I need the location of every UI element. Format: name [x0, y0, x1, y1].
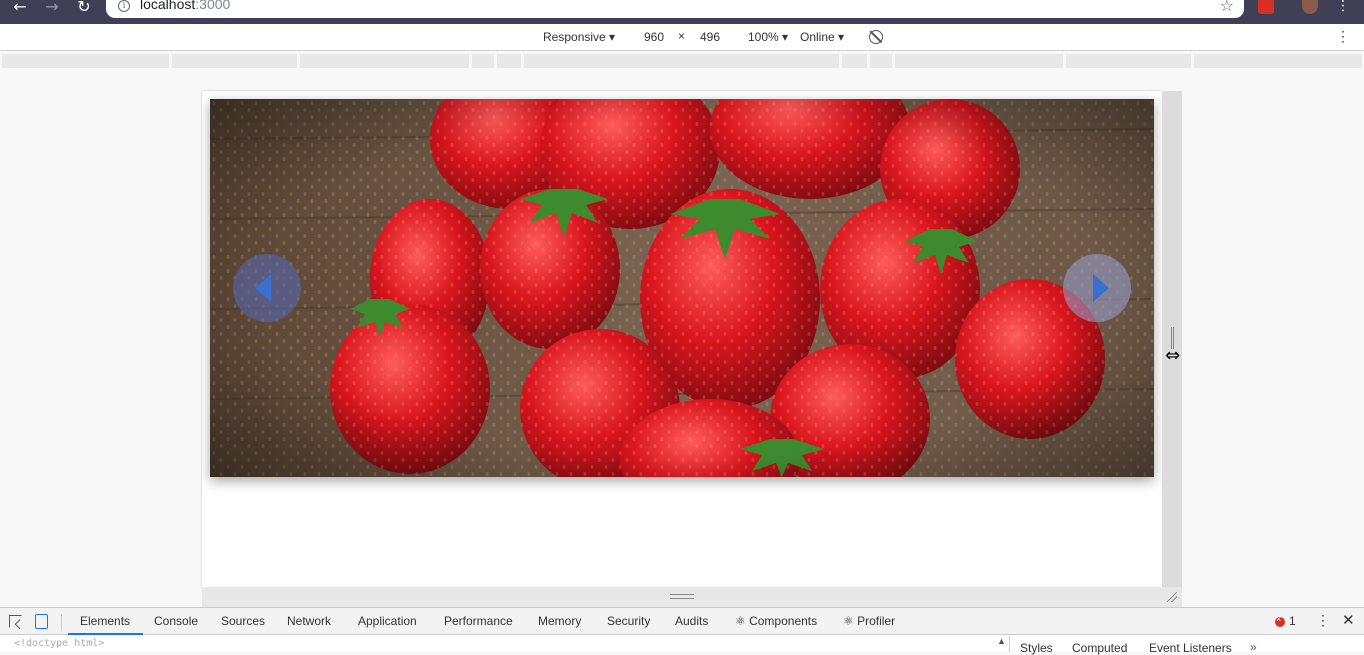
- tab-sources[interactable]: Sources: [221, 614, 265, 628]
- media-query-segment[interactable]: [524, 54, 839, 68]
- media-query-segment[interactable]: [1066, 54, 1191, 68]
- back-arrow-icon[interactable]: ←: [9, 0, 31, 18]
- devtools-menu-icon[interactable]: ⋮: [1316, 612, 1330, 629]
- media-query-segment[interactable]: [300, 54, 469, 68]
- media-query-segment[interactable]: [172, 54, 297, 68]
- devtools-panel: Elements Console Sources Network Applica…: [0, 607, 1364, 655]
- tab-event-listeners[interactable]: Event Listeners: [1149, 641, 1232, 655]
- tab-console[interactable]: Console: [154, 614, 198, 628]
- device-toolbar-menu-icon[interactable]: ⋮: [1336, 28, 1350, 45]
- more-tabs-icon[interactable]: »: [1250, 640, 1257, 654]
- zoom-label: 100%: [748, 30, 779, 44]
- resize-cursor-icon: ⇔: [1165, 345, 1181, 366]
- device-toggle-icon[interactable]: [35, 614, 48, 629]
- tab-elements[interactable]: Elements: [80, 614, 130, 628]
- corner-resize-handle[interactable]: [1162, 587, 1182, 607]
- media-query-segment[interactable]: [497, 54, 521, 68]
- media-query-segment[interactable]: [842, 54, 867, 68]
- right-resize-handle[interactable]: [1162, 91, 1182, 587]
- zoom-dropdown[interactable]: 100% ▾: [748, 30, 788, 44]
- active-tab-indicator: [68, 633, 143, 635]
- extension-icon[interactable]: [1258, 0, 1274, 14]
- resize-grip-icon: [1167, 592, 1177, 602]
- url-host: localhost: [140, 0, 196, 12]
- media-query-segment[interactable]: [472, 54, 494, 68]
- carousel-slide: [210, 99, 1154, 477]
- info-icon[interactable]: i: [118, 0, 130, 12]
- chevron-right-icon: [1093, 274, 1109, 302]
- tab-profiler[interactable]: ⚛ Profiler: [843, 614, 895, 628]
- network-throttle-dropdown[interactable]: Online ▾: [800, 30, 844, 44]
- tab-memory[interactable]: Memory: [538, 614, 581, 628]
- dropdown-caret-icon: ▾: [609, 30, 616, 44]
- error-count[interactable]: 1: [1289, 614, 1296, 628]
- media-query-segment[interactable]: [1194, 54, 1362, 68]
- tab-security[interactable]: Security: [607, 614, 650, 628]
- tab-computed[interactable]: Computed: [1072, 641, 1127, 655]
- bookmark-star-icon[interactable]: ☆: [1220, 0, 1234, 15]
- device-toolbar: Responsive ▾ 960 × 496 100% ▾ Online ▾ ⋮: [0, 24, 1364, 51]
- tab-audits[interactable]: Audits: [675, 614, 708, 628]
- sidebar-tabs: Styles Computed Event Listeners »: [1009, 636, 1364, 655]
- height-input[interactable]: 496: [690, 28, 730, 46]
- address-bar[interactable]: i localhost:3000 ☆: [106, 0, 1244, 18]
- tab-components[interactable]: ⚛ Components: [735, 614, 817, 628]
- url-text: localhost:3000: [140, 0, 230, 12]
- error-icon[interactable]: [1275, 614, 1285, 627]
- devtools-tabbar: Elements Console Sources Network Applica…: [0, 608, 1364, 635]
- responsive-label: Responsive: [543, 30, 606, 44]
- dimension-separator: ×: [678, 29, 686, 43]
- tab-performance[interactable]: Performance: [444, 614, 513, 628]
- devtools-body: <!doctype html> ▲ Styles Computed Event …: [0, 636, 1364, 655]
- media-query-segment[interactable]: [2, 54, 169, 68]
- inspect-element-icon[interactable]: [9, 615, 22, 628]
- width-input[interactable]: 960: [634, 28, 674, 46]
- carousel-next-button[interactable]: [1063, 254, 1131, 322]
- media-query-segment[interactable]: [870, 54, 892, 68]
- url-port: :3000: [195, 0, 231, 12]
- browser-menu-icon[interactable]: ⋮: [1336, 0, 1350, 14]
- resize-grip-icon: [670, 594, 694, 599]
- media-query-segment[interactable]: [895, 54, 1063, 68]
- avatar[interactable]: [1302, 0, 1318, 14]
- dropdown-caret-icon: ▾: [782, 30, 789, 44]
- tab-network[interactable]: Network: [287, 614, 331, 628]
- tab-styles[interactable]: Styles: [1020, 641, 1053, 655]
- scroll-up-icon[interactable]: ▲: [997, 636, 1006, 646]
- dropdown-caret-icon: ▾: [838, 30, 845, 44]
- browser-chrome: ← → ↻ i localhost:3000 ☆ ⋮: [0, 0, 1364, 24]
- tab-application[interactable]: Application: [358, 614, 417, 628]
- reload-icon[interactable]: ↻: [73, 0, 95, 18]
- carousel-prev-button[interactable]: [233, 254, 301, 322]
- network-label: Online: [800, 30, 835, 44]
- rotate-icon[interactable]: [869, 30, 883, 44]
- doctype-node[interactable]: <!doctype html>: [14, 638, 104, 649]
- divider: [61, 614, 62, 630]
- close-icon[interactable]: ✕: [1342, 611, 1355, 629]
- forward-arrow-icon[interactable]: →: [41, 0, 63, 18]
- media-query-bar: [0, 52, 1364, 70]
- chevron-left-icon: [255, 274, 271, 302]
- responsive-dropdown[interactable]: Responsive ▾: [543, 30, 615, 44]
- strawberries-image: [210, 99, 1154, 477]
- emulated-viewport: [202, 91, 1162, 587]
- bottom-resize-handle[interactable]: [202, 587, 1162, 607]
